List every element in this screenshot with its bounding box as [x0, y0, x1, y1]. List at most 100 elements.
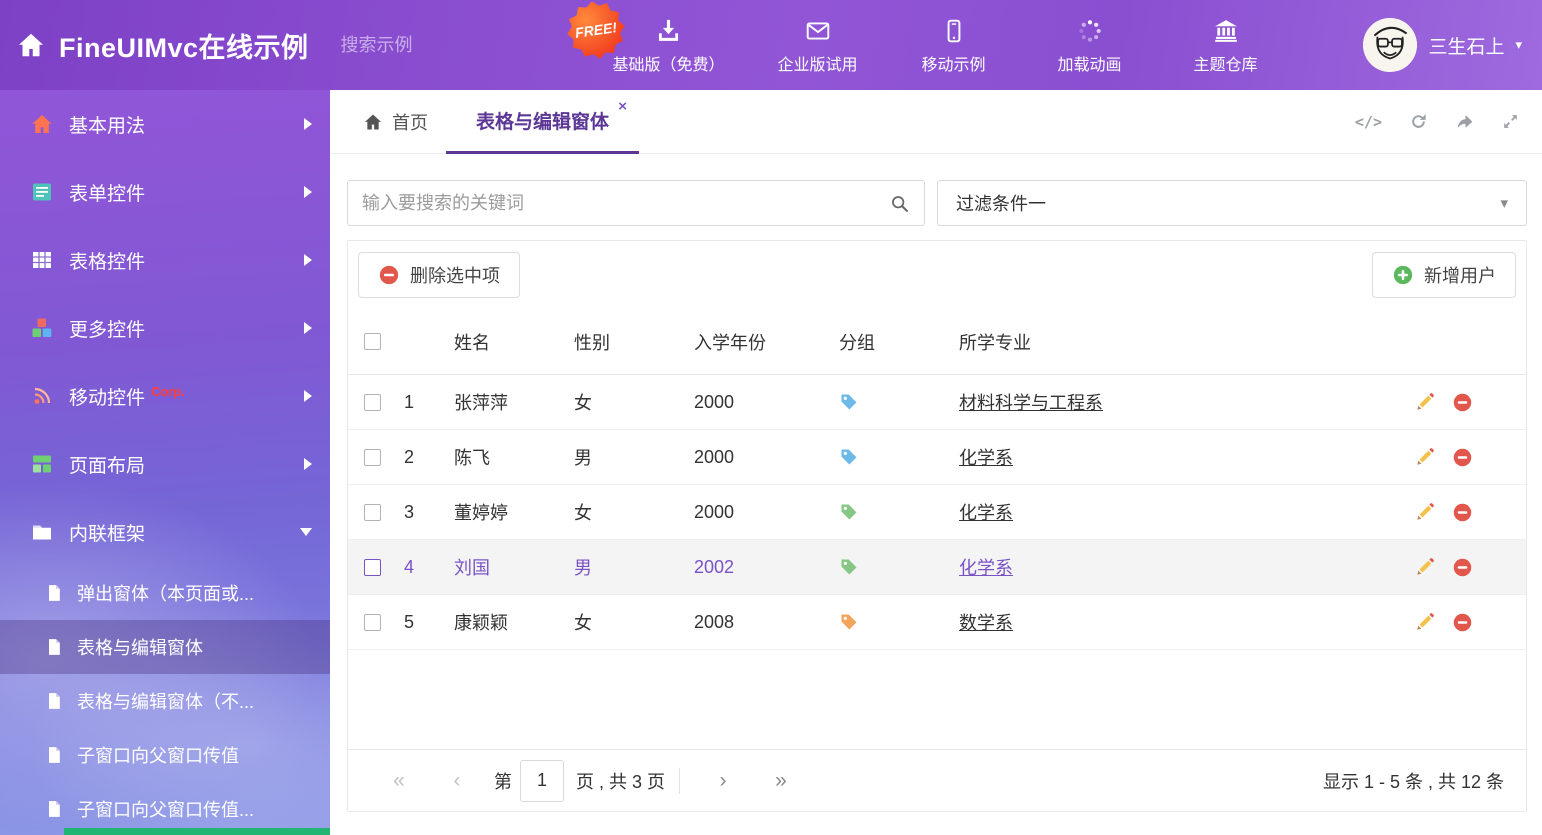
- cell-gender: 女: [574, 389, 694, 415]
- table-row[interactable]: 3 董婷婷 女 2000 化学系: [348, 485, 1526, 540]
- delete-row-icon[interactable]: [1452, 502, 1473, 523]
- close-icon[interactable]: ×: [618, 99, 627, 114]
- sidebar-item-basic-usage[interactable]: 基本用法: [0, 90, 330, 158]
- edit-pencil-icon[interactable]: [1414, 611, 1436, 633]
- table-row[interactable]: 1 张萍萍 女 2000 材料科学与工程系: [348, 375, 1526, 430]
- column-header-gender: 性别: [574, 329, 694, 355]
- sidebar: 基本用法 表单控件 表格控件 更多控件 移动控件 Corp. 页面布局: [0, 90, 330, 835]
- mail-icon: [805, 18, 831, 44]
- nav-loading-animation[interactable]: 加载动画: [1047, 16, 1133, 75]
- delete-row-icon[interactable]: [1452, 447, 1473, 468]
- sidebar-subitem-popup-window[interactable]: 弹出窗体（本页面或...: [0, 566, 330, 620]
- header-search: [341, 34, 549, 56]
- add-user-button[interactable]: 新增用户: [1372, 252, 1516, 298]
- edit-pencil-icon[interactable]: [1414, 446, 1436, 468]
- major-link[interactable]: 化学系: [959, 558, 1013, 578]
- brand[interactable]: FineUIMvc在线示例: [0, 26, 309, 65]
- chevron-down-icon: ▾: [1515, 37, 1522, 53]
- keyword-search-box: [347, 180, 925, 226]
- tab-home[interactable]: 首页: [345, 90, 446, 153]
- keyword-search-input[interactable]: [362, 193, 889, 214]
- sidebar-item-more-controls[interactable]: 更多控件: [0, 294, 330, 362]
- major-link[interactable]: 化学系: [959, 503, 1013, 523]
- delete-selected-button[interactable]: 删除选中项: [358, 252, 520, 298]
- cell-gender: 男: [574, 554, 694, 580]
- nav-enterprise-trial[interactable]: 企业版试用: [775, 16, 861, 75]
- header-search-input[interactable]: [341, 35, 573, 56]
- edit-pencil-icon[interactable]: [1414, 556, 1436, 578]
- sidebar-subitem-child-to-parent[interactable]: 子窗口向父窗口传值: [0, 728, 330, 782]
- delete-row-icon[interactable]: [1452, 392, 1473, 413]
- tab-tools: </>: [1355, 90, 1520, 153]
- row-number: 3: [404, 502, 454, 523]
- sidebar-item-iframe[interactable]: 内联框架: [0, 498, 330, 566]
- row-checkbox[interactable]: [364, 394, 381, 411]
- user-menu[interactable]: 三生石上 ▾: [1363, 18, 1522, 72]
- prev-page-button[interactable]: ‹: [428, 769, 486, 793]
- nav-basic-edition[interactable]: FREE! 基础版（免费）: [613, 15, 725, 75]
- row-number: 2: [404, 447, 454, 468]
- table-row[interactable]: 5 康颖颖 女 2008 数学系: [348, 595, 1526, 650]
- share-icon[interactable]: [1455, 112, 1474, 131]
- nav-mobile-demo[interactable]: 移动示例: [911, 16, 997, 75]
- row-checkbox[interactable]: [364, 614, 381, 631]
- sidebar-item-grid-controls[interactable]: 表格控件: [0, 226, 330, 294]
- tabbar: 首页 表格与编辑窗体 × </>: [330, 90, 1542, 154]
- table-icon: [30, 248, 54, 272]
- avatar: [1363, 18, 1417, 72]
- grid-toolbar: 删除选中项 新增用户: [348, 241, 1526, 309]
- cell-year: 2002: [694, 557, 839, 578]
- page-number-input[interactable]: [520, 760, 564, 802]
- app-title: FineUIMvc在线示例: [59, 26, 309, 65]
- search-icon[interactable]: [889, 193, 910, 214]
- sidebar-subitem-label: 弹出窗体（本页面或...: [77, 580, 254, 606]
- last-page-button[interactable]: »: [752, 769, 810, 793]
- file-icon: [44, 583, 64, 603]
- sidebar-item-label: 页面布局: [69, 451, 145, 478]
- table-row[interactable]: 2 陈飞 男 2000 化学系: [348, 430, 1526, 485]
- filter-dropdown[interactable]: 过滤条件一 ▾: [937, 180, 1527, 226]
- fullscreen-icon[interactable]: [1501, 112, 1520, 131]
- row-checkbox[interactable]: [364, 449, 381, 466]
- select-all-checkbox[interactable]: [364, 333, 381, 350]
- sidebar-subitem-grid-edit-window[interactable]: 表格与编辑窗体: [0, 620, 330, 674]
- delete-row-icon[interactable]: [1452, 557, 1473, 578]
- tab-label: 表格与编辑窗体: [476, 107, 609, 134]
- main-area: 首页 表格与编辑窗体 × </> 过滤条件一 ▾: [330, 90, 1542, 835]
- first-page-button[interactable]: «: [370, 769, 428, 793]
- row-checkbox[interactable]: [364, 504, 381, 521]
- sidebar-item-page-layout[interactable]: 页面布局: [0, 430, 330, 498]
- sidebar-item-form-controls[interactable]: 表单控件: [0, 158, 330, 226]
- nav-theme-repo[interactable]: 主题仓库: [1183, 16, 1269, 75]
- row-number: 1: [404, 392, 454, 413]
- major-link[interactable]: 数学系: [959, 613, 1013, 633]
- tab-grid-edit-window[interactable]: 表格与编辑窗体 ×: [446, 90, 639, 154]
- column-header-year: 入学年份: [694, 329, 839, 355]
- signal-icon: [30, 384, 54, 408]
- sidebar-item-mobile-controls[interactable]: 移动控件 Corp.: [0, 362, 330, 430]
- edit-pencil-icon[interactable]: [1414, 501, 1436, 523]
- content: 过滤条件一 ▾ 删除选中项 新增用户: [330, 154, 1542, 812]
- chevron-right-icon: [304, 118, 312, 130]
- refresh-icon[interactable]: [1409, 112, 1428, 131]
- table-row-selected[interactable]: 4 刘国 男 2002 化学系: [348, 540, 1526, 595]
- filter-dropdown-value: 过滤条件一: [956, 190, 1046, 216]
- header-nav: FREE! 基础版（免费） 企业版试用 移动示例 加载动画 主题仓库: [613, 15, 1269, 75]
- app-home-icon: [16, 30, 46, 60]
- pagination-divider: [679, 768, 680, 794]
- sidebar-subitem-label: 表格与编辑窗体（不...: [77, 688, 254, 714]
- row-checkbox[interactable]: [364, 559, 381, 576]
- source-code-icon[interactable]: </>: [1355, 113, 1382, 131]
- delete-selected-label: 删除选中项: [410, 262, 500, 288]
- next-page-button[interactable]: ›: [694, 769, 752, 793]
- tab-label: 首页: [392, 109, 428, 135]
- edit-pencil-icon[interactable]: [1414, 391, 1436, 413]
- delete-row-icon[interactable]: [1452, 612, 1473, 633]
- sidebar-subitem-grid-edit-window-2[interactable]: 表格与编辑窗体（不...: [0, 674, 330, 728]
- cell-year: 2000: [694, 447, 839, 468]
- bank-icon: [1213, 18, 1239, 44]
- nav-label: 企业版试用: [778, 51, 858, 75]
- sidebar-item-label: 表单控件: [69, 179, 145, 206]
- major-link[interactable]: 材料科学与工程系: [959, 393, 1103, 413]
- major-link[interactable]: 化学系: [959, 448, 1013, 468]
